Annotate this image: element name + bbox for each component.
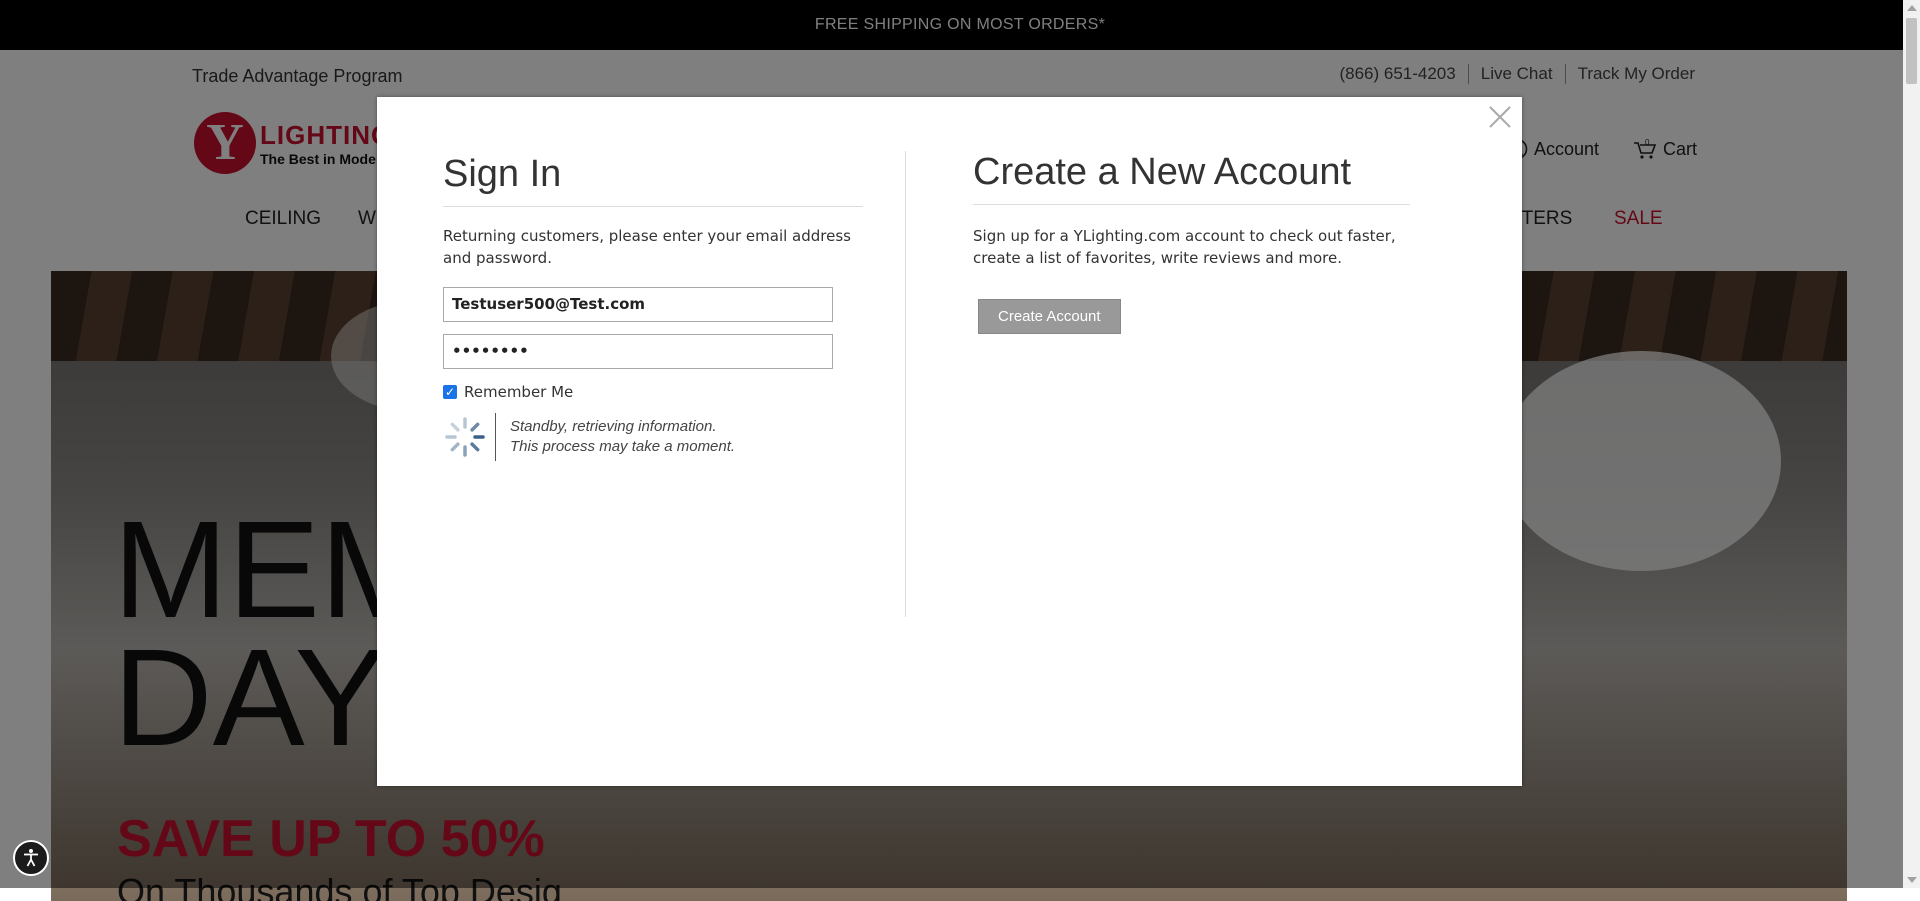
accessibility-button[interactable]	[13, 840, 49, 876]
loading-message: Standby, retrieving information. This pr…	[510, 417, 735, 457]
accessibility-icon	[24, 849, 38, 867]
create-account-title: Create a New Account	[973, 151, 1410, 205]
password-field[interactable]: ••••••••	[443, 334, 833, 369]
scroll-up-arrow-icon[interactable]	[1907, 5, 1917, 11]
email-field[interactable]: Testuser500@Test.com	[443, 287, 833, 322]
loading-divider	[495, 413, 496, 461]
create-account-section: Create a New Account Sign up for a YLigh…	[973, 151, 1410, 334]
close-icon[interactable]	[1485, 102, 1515, 132]
loading-line-1: Standby, retrieving information.	[510, 418, 717, 435]
loading-line-2: This process may take a moment.	[510, 438, 736, 455]
scrollbar-thumb[interactable]	[1906, 18, 1917, 84]
page-scrollbar[interactable]	[1903, 0, 1920, 888]
create-account-button[interactable]: Create Account	[978, 299, 1121, 334]
spinner-icon	[445, 417, 485, 457]
remember-me-checkbox[interactable]: ✓	[443, 385, 457, 399]
login-modal: Sign In Returning customers, please ente…	[377, 97, 1522, 786]
remember-me-label: Remember Me	[464, 383, 574, 401]
signin-title: Sign In	[443, 153, 863, 207]
signin-description: Returning customers, please enter your e…	[443, 227, 851, 267]
loading-indicator: Standby, retrieving information. This pr…	[443, 413, 863, 461]
create-account-description: Sign up for a YLighting.com account to c…	[973, 227, 1396, 267]
remember-me[interactable]: ✓ Remember Me	[443, 383, 863, 401]
signin-section: Sign In Returning customers, please ente…	[443, 153, 863, 461]
scroll-down-arrow-icon[interactable]	[1907, 877, 1917, 883]
column-divider	[905, 151, 906, 617]
